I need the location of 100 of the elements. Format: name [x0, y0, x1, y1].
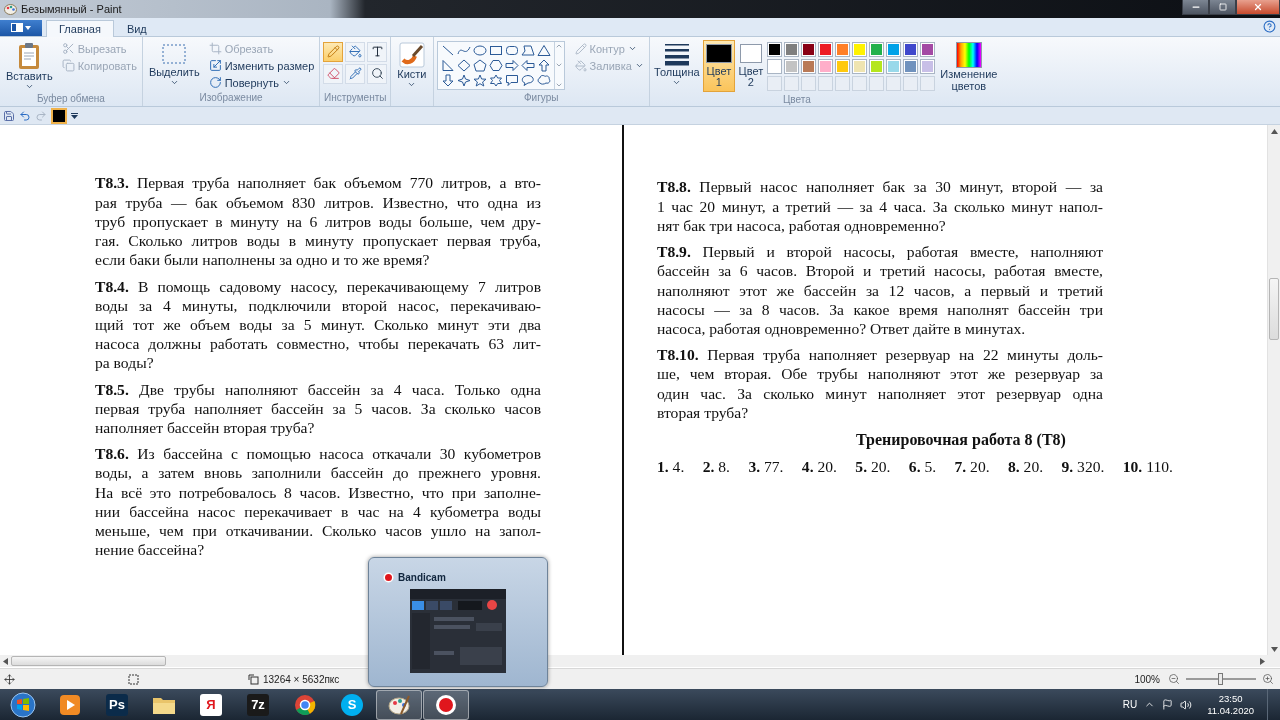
paint-app-icon: [4, 2, 17, 15]
color-slot-button[interactable]: Цвет 1: [702, 39, 735, 92]
help-icon[interactable]: [1263, 20, 1276, 34]
scroll-right-icon[interactable]: [1260, 657, 1265, 665]
shape-button[interactable]: [503, 72, 520, 88]
section-heading: Тренировочная работа 8 (Т8): [856, 430, 1067, 449]
zoom-slider-thumb[interactable]: [1218, 673, 1223, 686]
scroll-left-icon[interactable]: [3, 657, 8, 665]
palette-color[interactable]: [902, 41, 918, 57]
minimize-button[interactable]: [1182, 0, 1209, 15]
clock[interactable]: 23:50 11.04.2020: [1207, 692, 1254, 717]
palette-color[interactable]: [851, 58, 867, 74]
scrollbar-thumb[interactable]: [1269, 278, 1279, 341]
canvas-size-text: 13264 × 5632пкс: [263, 673, 340, 685]
undo-button[interactable]: [19, 109, 31, 122]
left-arrow-icon: [520, 58, 535, 72]
app-menu-button[interactable]: [0, 19, 42, 36]
speech-bubble-icon: [504, 73, 519, 87]
palette-color[interactable]: [783, 41, 799, 57]
palette-color[interactable]: [817, 41, 833, 57]
palette-color[interactable]: [868, 58, 884, 74]
vertical-scrollbar[interactable]: [1267, 125, 1280, 656]
color-picker-icon: [348, 67, 362, 81]
taskbar-button[interactable]: [376, 689, 422, 720]
rounded-rectangle-icon: [504, 43, 519, 57]
ribbon-tab[interactable]: Вид: [113, 19, 160, 37]
problem-text: T8.3. Первая труба наполняет бак объемом 770 литров, а вто- рая труба — бак объемом 830 литров. Известно, что одна из труб пропускает в минуту на 6 литров воды больше, чем дру- гая. Сколько литров воды в минуту пропускает первая труба, если баки были наполнены за одно и то же время?: [95, 173, 541, 270]
edit-colors-button[interactable]: Изменение цветов: [936, 39, 1001, 94]
select-button[interactable]: Выделить: [145, 39, 203, 89]
answer-text: 10. 110.: [1122, 457, 1173, 476]
shape-button[interactable]: [535, 42, 552, 58]
close-button[interactable]: [1236, 0, 1280, 15]
problem-text: T8.8. Первый насос наполняет бак за 30 минут, второй — за 1 час 20 минут, а третий — за 4 часа. За сколько минут напол- нят бак три насоса, работая одновременно?: [657, 177, 1103, 236]
palette-color[interactable]: [783, 58, 799, 74]
palette-color[interactable]: [885, 58, 901, 74]
scrollbar-thumb[interactable]: [11, 656, 166, 667]
shape-button[interactable]: [439, 57, 456, 73]
tool-button[interactable]: [323, 41, 344, 62]
ribbon-tab[interactable]: Главная: [46, 19, 114, 37]
shape-button[interactable]: [455, 57, 472, 73]
brush-icon: [398, 41, 425, 68]
palette-color[interactable]: [851, 41, 867, 57]
palette-color[interactable]: [766, 58, 782, 74]
scroll-up-icon[interactable]: [1270, 129, 1278, 135]
taskbar-button[interactable]: Я: [188, 689, 234, 720]
shape-button[interactable]: [471, 42, 488, 58]
palette-color[interactable]: [817, 58, 833, 74]
shape-button[interactable]: [455, 72, 472, 88]
size-button[interactable]: Толщина: [652, 39, 701, 89]
shape-button[interactable]: [519, 57, 536, 73]
taskbar-button[interactable]: 7z: [235, 689, 281, 720]
palette-color[interactable]: [902, 58, 918, 74]
rectangle-icon: [488, 43, 503, 57]
palette-color[interactable]: [885, 41, 901, 57]
color-slot-button[interactable]: Цвет 2: [736, 39, 765, 92]
shape-button[interactable]: [487, 72, 504, 88]
tool-button[interactable]: [345, 63, 366, 84]
scissors-icon: [61, 42, 75, 56]
paint-bucket-icon: [348, 45, 362, 59]
palette-color[interactable]: [834, 41, 850, 57]
shape-button[interactable]: [519, 42, 536, 58]
palette-color[interactable]: [919, 58, 935, 74]
zoom-out-icon: [1168, 673, 1180, 686]
maximize-button[interactable]: [1209, 0, 1236, 15]
rotate-button[interactable]: Повернуть: [206, 74, 317, 91]
tool-button[interactable]: [367, 41, 388, 62]
palette-color[interactable]: [834, 58, 850, 74]
palette-color[interactable]: [800, 41, 816, 57]
taskbar-button[interactable]: Ps: [94, 689, 140, 720]
shape-button[interactable]: [535, 72, 552, 88]
scroll-down-icon[interactable]: [1270, 647, 1278, 653]
window-preview[interactable]: Bandicam: [368, 557, 548, 687]
canvas-size-icon: [248, 673, 259, 685]
speaker-icon: [1180, 698, 1193, 711]
resize-button[interactable]: Изменить размер: [206, 57, 317, 74]
color-swatch-icon[interactable]: [51, 107, 67, 124]
palette-icon: [387, 693, 411, 716]
crop-icon: [208, 42, 222, 56]
language-indicator[interactable]: RU: [1122, 699, 1138, 710]
save-button[interactable]: [3, 109, 15, 122]
oval-icon: [472, 43, 487, 57]
shape-button[interactable]: [503, 57, 520, 73]
shape-button[interactable]: [487, 57, 504, 73]
palette-color[interactable]: [766, 41, 782, 57]
shape-button[interactable]: [471, 72, 488, 88]
tool-button[interactable]: [367, 63, 388, 84]
problem-text: T8.5. Две трубы наполняют бассейн за 4 часа. Только одна первая труба наполняет бассейн за 5 часов. За сколько часов наполняет бассейн вторая труба?: [95, 379, 541, 438]
maximize-icon: [1218, 3, 1227, 11]
brushes-button[interactable]: Кисти: [394, 39, 430, 91]
palette-color[interactable]: [868, 41, 884, 57]
palette-color[interactable]: [919, 41, 935, 57]
shape-button[interactable]: [471, 57, 488, 73]
palette-color[interactable]: [800, 58, 816, 74]
paste-button[interactable]: Вставить: [3, 39, 56, 93]
tool-button[interactable]: [345, 41, 366, 62]
shape-button[interactable]: [519, 72, 536, 88]
taskbar-button[interactable]: [423, 689, 469, 720]
tool-button[interactable]: [323, 63, 344, 84]
customize-button[interactable]: [71, 112, 78, 119]
problem-text: T8.6. Из бассейна с помощью насоса откачали 30 кубометров воды, а затем вновь заполнили бассейн до прежнего уровня. На всё это потребовалось 8 часов. Известно, что при заполне- нии бассейна насос перекачивает в час на 4 кубометра воды меньше, чем при откачивании. Сколько часов ушло на запол- нение бассейна?: [95, 444, 541, 560]
